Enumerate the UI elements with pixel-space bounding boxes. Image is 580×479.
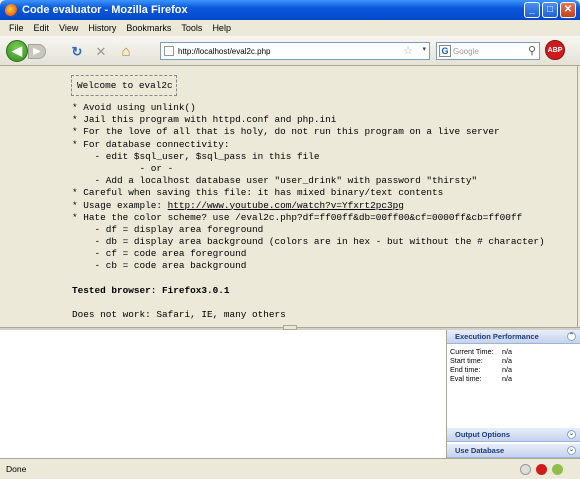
info-line: - cf = code area foreground (72, 248, 247, 260)
perf-label: Start time: (450, 356, 483, 365)
status-extension-icon[interactable] (552, 464, 563, 475)
perf-value: n/a (502, 374, 512, 383)
forward-button[interactable]: ▶ (28, 44, 46, 59)
code-editor[interactable] (0, 330, 447, 458)
reload-icon[interactable]: ↻ (70, 45, 84, 59)
info-line: * Hate the color scheme? use /eval2c.php… (72, 211, 523, 223)
perf-value: n/a (502, 356, 512, 365)
star-icon[interactable]: ☆ (403, 44, 413, 57)
not-work-text: Does not work: Safari, IE, many others (72, 308, 286, 320)
perf-row: Start time: n/a (450, 356, 580, 365)
stop-icon[interactable]: ✕ (94, 45, 108, 59)
perf-row: Current Time: n/a (450, 347, 580, 356)
home-icon[interactable]: ⌂ (119, 44, 133, 59)
status-bar: Done (0, 458, 580, 479)
menu-history[interactable]: History (83, 23, 121, 33)
info-line: - Add a localhost database user "user_dr… (72, 175, 478, 187)
search-engine-icon[interactable]: G (439, 45, 451, 57)
perf-label: Eval time: (450, 374, 482, 383)
menu-view[interactable]: View (54, 23, 83, 33)
menu-help[interactable]: Help (207, 23, 236, 33)
status-text: Done (6, 464, 27, 474)
info-line: - cb = code area background (72, 260, 247, 272)
perf-row: Eval time: n/a (450, 374, 580, 383)
url-bar[interactable]: http://localhost/eval2c.php ☆ ▾ (160, 42, 430, 60)
info-text: * Avoid using unlink() * Jail this progr… (72, 102, 545, 321)
perf-value: n/a (502, 365, 512, 374)
perf-value: n/a (502, 347, 512, 356)
usage-prefix: * Usage example: (72, 199, 168, 211)
firefox-icon (5, 3, 18, 17)
info-line: * Careful when saving this file: it has … (72, 187, 444, 199)
adblock-icon[interactable]: ABP (545, 40, 565, 60)
status-addon-icon[interactable] (520, 464, 531, 475)
info-line: - df = display area foreground (72, 223, 264, 235)
execution-performance-body: Current Time: n/a Start time: n/a End time… (447, 344, 580, 428)
info-line: - edit $sql_user, $sql_pass in this file (72, 150, 320, 162)
back-button[interactable]: ◀ (6, 40, 28, 62)
info-line: * Avoid using unlink() (72, 102, 196, 113)
search-placeholder: Google (453, 46, 479, 56)
adblock-status-icon[interactable] (536, 464, 547, 475)
use-database-header[interactable]: Use Database ⌄ (447, 444, 580, 458)
usage-link[interactable]: http://www.youtube.com/watch?v=Yfxrt2pc3… (168, 200, 404, 211)
menu-file[interactable]: File (4, 23, 29, 33)
expand-icon[interactable]: ⌄ (567, 446, 576, 455)
url-dropdown-icon[interactable]: ▾ (422, 45, 426, 53)
use-database-title: Use Database (455, 446, 505, 455)
window-title: Code evaluator - Mozilla Firefox (22, 4, 188, 16)
close-button[interactable]: ✕ (560, 2, 576, 18)
minimize-button[interactable]: _ (524, 2, 540, 18)
display-area: Welcome to eval2c * Avoid using unlink()… (0, 66, 578, 328)
welcome-box: Welcome to eval2c (71, 75, 177, 96)
title-bar: Code evaluator - Mozilla Firefox _ □ ✕ (0, 0, 580, 20)
menu-bar: File Edit View History Bookmarks Tools H… (0, 20, 580, 36)
info-line: * For database connectivity: (72, 138, 230, 150)
tested-browser-text: Tested browser: Firefox3.0.1 (72, 284, 230, 296)
info-line: - db = display area background (colors a… (72, 236, 545, 248)
search-box[interactable]: G Google ⚲ (436, 42, 540, 60)
usage-line: * Usage example: http://www.youtube.com/… (72, 200, 545, 212)
info-line: * For the love of all that is holy, do n… (72, 126, 500, 138)
menu-bookmarks[interactable]: Bookmarks (121, 23, 176, 33)
menu-tools[interactable]: Tools (176, 23, 207, 33)
info-line: - or - (72, 162, 174, 174)
output-options-title: Output Options (455, 430, 510, 439)
menu-edit[interactable]: Edit (29, 23, 55, 33)
perf-row: End time: n/a (450, 365, 580, 374)
collapse-icon[interactable]: ⌃ (567, 332, 576, 341)
maximize-button[interactable]: □ (542, 2, 558, 18)
side-panel: Execution Performance ⌃ Current Time: n/a… (447, 330, 580, 458)
execution-performance-header[interactable]: Execution Performance ⌃ (447, 330, 580, 344)
search-icon[interactable]: ⚲ (528, 44, 536, 57)
perf-label: Current Time: (450, 347, 494, 356)
page-icon (164, 46, 174, 56)
url-text: http://localhost/eval2c.php (178, 46, 271, 56)
perf-label: End time: (450, 365, 481, 374)
output-options-header[interactable]: Output Options ⌄ (447, 428, 580, 442)
info-line: * Jail this program with httpd.conf and … (72, 114, 337, 126)
execution-performance-title: Execution Performance (455, 332, 539, 341)
expand-icon[interactable]: ⌄ (567, 430, 576, 439)
